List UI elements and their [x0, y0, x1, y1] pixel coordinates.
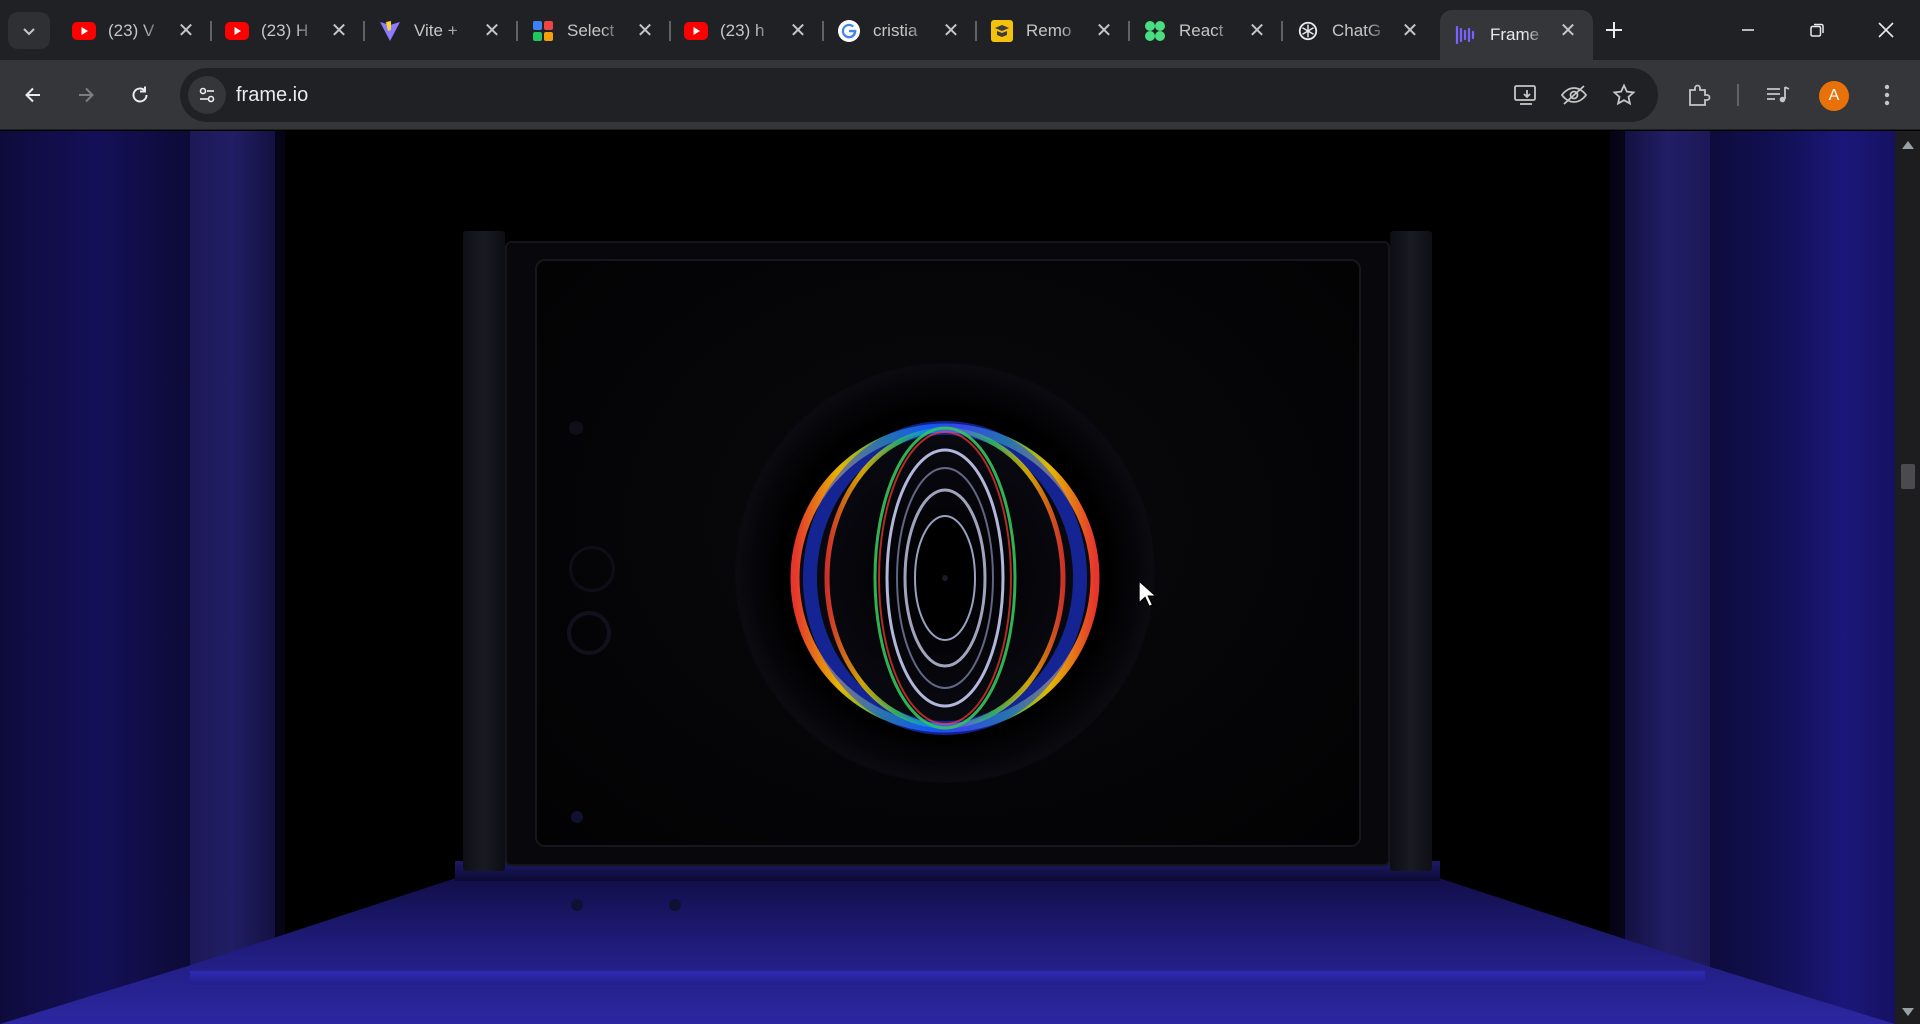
tab-select[interactable]: Select ✕: [517, 10, 671, 51]
new-tab-button[interactable]: [1598, 14, 1630, 46]
tab-vite[interactable]: Vite + ✕: [364, 10, 518, 51]
media-controls-button[interactable]: [1763, 80, 1793, 110]
tab-title: (23) H: [261, 20, 309, 40]
close-tab-icon[interactable]: ✕: [328, 19, 350, 42]
tab-google[interactable]: cristia ✕: [823, 10, 977, 51]
react-flow-icon: [1143, 19, 1167, 43]
remotion-icon: [990, 19, 1014, 43]
kebab-menu-icon: [1884, 84, 1890, 106]
chatgpt-icon: [1296, 19, 1320, 43]
vertical-scrollbar[interactable]: [1895, 131, 1920, 1024]
tab-title: cristia: [873, 20, 918, 40]
screen-dot: [569, 421, 583, 435]
star-icon: [1612, 83, 1636, 106]
restore-button[interactable]: [1797, 12, 1837, 48]
toolbar-separator: [1737, 84, 1739, 106]
tab-strip: (23) V ✕ (23) H ✕ Vite + ✕ Select ✕ (23)…: [0, 0, 1920, 60]
close-tab-icon[interactable]: ✕: [634, 19, 656, 42]
minimize-button[interactable]: [1728, 12, 1768, 48]
tab-search-button[interactable]: [8, 12, 50, 49]
tab-react[interactable]: React ✕: [1129, 10, 1283, 51]
close-tab-icon[interactable]: ✕: [1093, 19, 1115, 42]
arrow-left-icon: [25, 87, 40, 103]
plus-icon: [1606, 22, 1622, 38]
tab-title: Remo: [1026, 20, 1072, 40]
page-viewport: [0, 131, 1895, 1024]
tune-icon: [199, 87, 215, 103]
site-info-button[interactable]: [188, 76, 226, 114]
restore-icon: [1810, 23, 1824, 37]
select-icon: [531, 19, 555, 43]
install-app-button[interactable]: [1512, 81, 1540, 109]
close-tab-icon[interactable]: ✕: [940, 19, 962, 42]
chevron-down-icon: [23, 27, 35, 35]
tab-title: Select: [567, 20, 615, 40]
right-pillar: [1625, 131, 1710, 1024]
profile-avatar[interactable]: A: [1819, 81, 1849, 111]
tab-title: ChatG: [1332, 20, 1382, 40]
mouse-cursor-icon: [1138, 580, 1158, 608]
bookmark-button[interactable]: [1610, 81, 1638, 109]
youtube-icon: [684, 19, 708, 43]
close-tab-icon[interactable]: ✕: [1246, 19, 1268, 42]
tab-remotion[interactable]: Remo ✕: [976, 10, 1130, 51]
tab-title: (23) V: [108, 20, 155, 40]
address-bar[interactable]: frame.io: [180, 68, 1658, 122]
music-queue-icon: [1767, 86, 1790, 103]
youtube-icon: [72, 19, 96, 43]
arrow-right-icon: [79, 87, 94, 103]
tab-frameio-active[interactable]: Frame ✕: [1440, 10, 1593, 60]
screen-dot: [571, 899, 583, 911]
left-pillar: [190, 131, 275, 1024]
screen-ring: [569, 546, 615, 592]
close-tab-icon[interactable]: ✕: [787, 19, 809, 42]
scroll-up-arrow-icon[interactable]: [1902, 141, 1914, 149]
install-app-icon: [1514, 85, 1536, 105]
minimize-icon: [1742, 29, 1754, 31]
close-tab-icon[interactable]: ✕: [1399, 19, 1421, 42]
tab-title: Frame: [1490, 25, 1540, 44]
tab-title: Vite +: [414, 20, 458, 40]
tracking-protection-button[interactable]: [1560, 81, 1588, 109]
vite-icon: [378, 19, 402, 43]
back-button[interactable]: [14, 76, 52, 114]
scroll-down-arrow-icon[interactable]: [1902, 1008, 1914, 1016]
google-icon: [837, 19, 861, 43]
url-text[interactable]: frame.io: [236, 84, 308, 107]
frame-post-left: [463, 231, 505, 871]
forward-button[interactable]: [67, 76, 105, 114]
iridescent-lens-icon: [790, 421, 1100, 735]
eye-slash-icon: [1560, 85, 1588, 105]
browser-toolbar: frame.io: [0, 60, 1920, 130]
tab-youtube-1[interactable]: (23) V ✕: [58, 10, 212, 51]
tab-youtube-3[interactable]: (23) h ✕: [670, 10, 824, 51]
screen-dot: [669, 899, 681, 911]
screen-dot: [571, 811, 583, 823]
floor-edge: [190, 971, 1705, 985]
tab-youtube-2[interactable]: (23) H ✕: [211, 10, 365, 51]
scroll-thumb[interactable]: [1901, 464, 1915, 489]
screen-ring: [567, 611, 611, 655]
close-icon: [1878, 22, 1894, 38]
puzzle-icon: [1689, 84, 1711, 106]
chrome-menu-button[interactable]: [1872, 80, 1902, 110]
tab-title: (23) h: [720, 20, 765, 40]
youtube-icon: [225, 19, 249, 43]
close-window-button[interactable]: [1866, 12, 1906, 48]
reload-icon: [132, 86, 148, 103]
reload-button[interactable]: [121, 76, 159, 114]
close-tab-icon[interactable]: ✕: [1557, 19, 1579, 42]
tab-title: React: [1179, 20, 1224, 40]
frame-post-right: [1390, 231, 1432, 871]
extensions-button[interactable]: [1684, 80, 1714, 110]
frameio-icon: [1454, 23, 1478, 47]
tab-chatgpt[interactable]: ChatG ✕: [1282, 10, 1435, 51]
close-tab-icon[interactable]: ✕: [175, 19, 197, 42]
close-tab-icon[interactable]: ✕: [481, 19, 503, 42]
